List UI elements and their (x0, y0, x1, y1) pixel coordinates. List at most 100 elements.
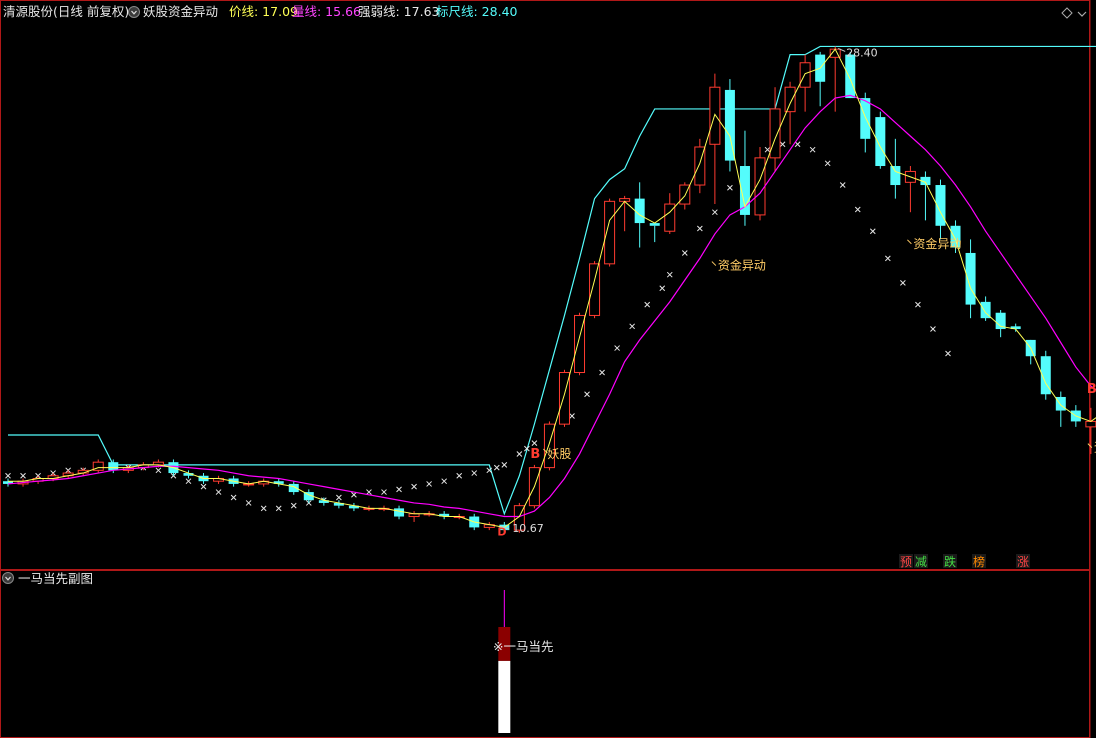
strength-line-label: 强弱线: 17.63 (358, 4, 439, 19)
low-value-label: 10.67 (512, 522, 544, 535)
panel-border-main (0, 0, 1090, 570)
sar-point (839, 182, 846, 188)
sar-point (696, 225, 703, 232)
sar-point (854, 206, 861, 213)
candle-body-down (394, 508, 405, 517)
stock-title[interactable]: 清源股份(日线 前复权) (3, 4, 129, 19)
sar-point (764, 146, 771, 153)
diamond-icon[interactable] (1061, 7, 1073, 19)
badge-0: 预 (899, 554, 913, 569)
sar-point (614, 345, 620, 351)
sar-point (900, 279, 906, 286)
badge-text: 榜 (973, 554, 985, 569)
fund-move-label: 资金异动 (913, 236, 961, 251)
sar-point (471, 470, 478, 476)
badge-text: 跌 (944, 554, 956, 569)
sar-point (824, 160, 831, 167)
annotation-tick (907, 239, 912, 245)
badge-1: 减 (914, 554, 928, 569)
sar-point (501, 462, 508, 468)
b-marker: B (530, 447, 540, 462)
sar-point (727, 184, 733, 191)
candle-body-down (860, 98, 871, 139)
candle-body-down (875, 117, 886, 167)
sar-point (456, 472, 463, 479)
price-line-label: 价线: 17.09 (229, 4, 298, 19)
candle-body-down (890, 166, 901, 186)
annotation-tick (711, 261, 717, 266)
sar-point (396, 486, 402, 493)
header: 清源股份(日线 前复权) 妖股资金异动 价线: 17.09 量线: 15.66 … (3, 4, 1087, 19)
indicator-name[interactable]: 妖股资金异动 (143, 4, 218, 19)
sar-point (20, 472, 26, 479)
sar-point (185, 478, 192, 485)
panel-border-sub (0, 570, 1090, 738)
badge-text: 减 (915, 555, 927, 569)
b-marker: B (1087, 382, 1096, 397)
badge-3: 榜 (972, 554, 986, 569)
sar-point (366, 489, 372, 495)
sar-point (245, 500, 252, 506)
sub-header: 一马当先副图 ※一马当先 (2, 571, 553, 654)
sar-point (441, 478, 448, 485)
candle-body-down (965, 252, 976, 305)
sar-point (493, 464, 500, 471)
badge-4: 涨 (1016, 554, 1030, 569)
sub-signal-label: ※一马当先 (493, 639, 553, 654)
sar-point (275, 505, 282, 512)
sar-point (930, 326, 936, 332)
sar-point (260, 505, 267, 512)
annotation-group: B妖股资金异动资金异动资金异动B妖股D10.6728.40 (497, 46, 1096, 538)
sar-point (336, 494, 342, 501)
sar-point (644, 301, 651, 308)
sar-point (629, 323, 636, 330)
sar-point (516, 451, 523, 457)
candle-body-down (634, 198, 645, 224)
badge-group: 预减 跌 榜 涨 (899, 554, 1030, 569)
candle-body-up (799, 62, 811, 88)
sar-point (945, 350, 951, 357)
sar-point (599, 369, 605, 376)
candle-body-up (1085, 420, 1096, 428)
sar-point (659, 285, 666, 292)
candle-body-up (769, 108, 781, 159)
sar-point (681, 250, 688, 256)
candle-body-down (1055, 396, 1066, 411)
sar-point (569, 413, 575, 419)
candle-body-down (108, 462, 119, 471)
sar-point (351, 491, 357, 498)
badge-text: 预 (900, 555, 912, 569)
candle-body-up (784, 86, 796, 113)
sar-point (884, 255, 891, 262)
sar-group (5, 141, 951, 512)
sub-collapse-icon[interactable] (2, 572, 14, 584)
yaogu-label: 妖股 (547, 447, 571, 461)
sar-point (5, 472, 11, 479)
sub-title[interactable]: 一马当先副图 (18, 571, 93, 586)
chart-canvas: B妖股资金异动资金异动资金异动B妖股D10.6728.40 清源股份(日线 前复… (0, 0, 1096, 738)
sar-point (426, 481, 432, 487)
chevron-icon[interactable] (1077, 11, 1087, 17)
collapse-icon[interactable] (128, 6, 140, 18)
fund-move-label: 资金异动 (718, 258, 766, 273)
badge-text: 涨 (1017, 554, 1029, 569)
sar-point (155, 467, 162, 474)
candle-body-down (845, 54, 856, 99)
sar-point (215, 489, 222, 495)
sar-point (411, 483, 417, 490)
sar-point (230, 494, 237, 501)
ruler-line-label: 标尺线: 28.40 (436, 4, 518, 19)
sar-point (712, 209, 718, 216)
sar-point (809, 146, 816, 153)
sar-point (915, 301, 921, 308)
volume-line-label: 量线: 15.66 (292, 4, 361, 19)
candle-body-down (724, 89, 735, 161)
badge-2: 跌 (943, 554, 957, 569)
sar-point (869, 228, 876, 235)
sar-point (200, 483, 207, 490)
sub-chart-group (498, 590, 511, 733)
sar-point (779, 141, 786, 148)
sar-point (531, 440, 538, 447)
sub-bar-white (498, 660, 511, 733)
candle-body-up (589, 263, 601, 316)
